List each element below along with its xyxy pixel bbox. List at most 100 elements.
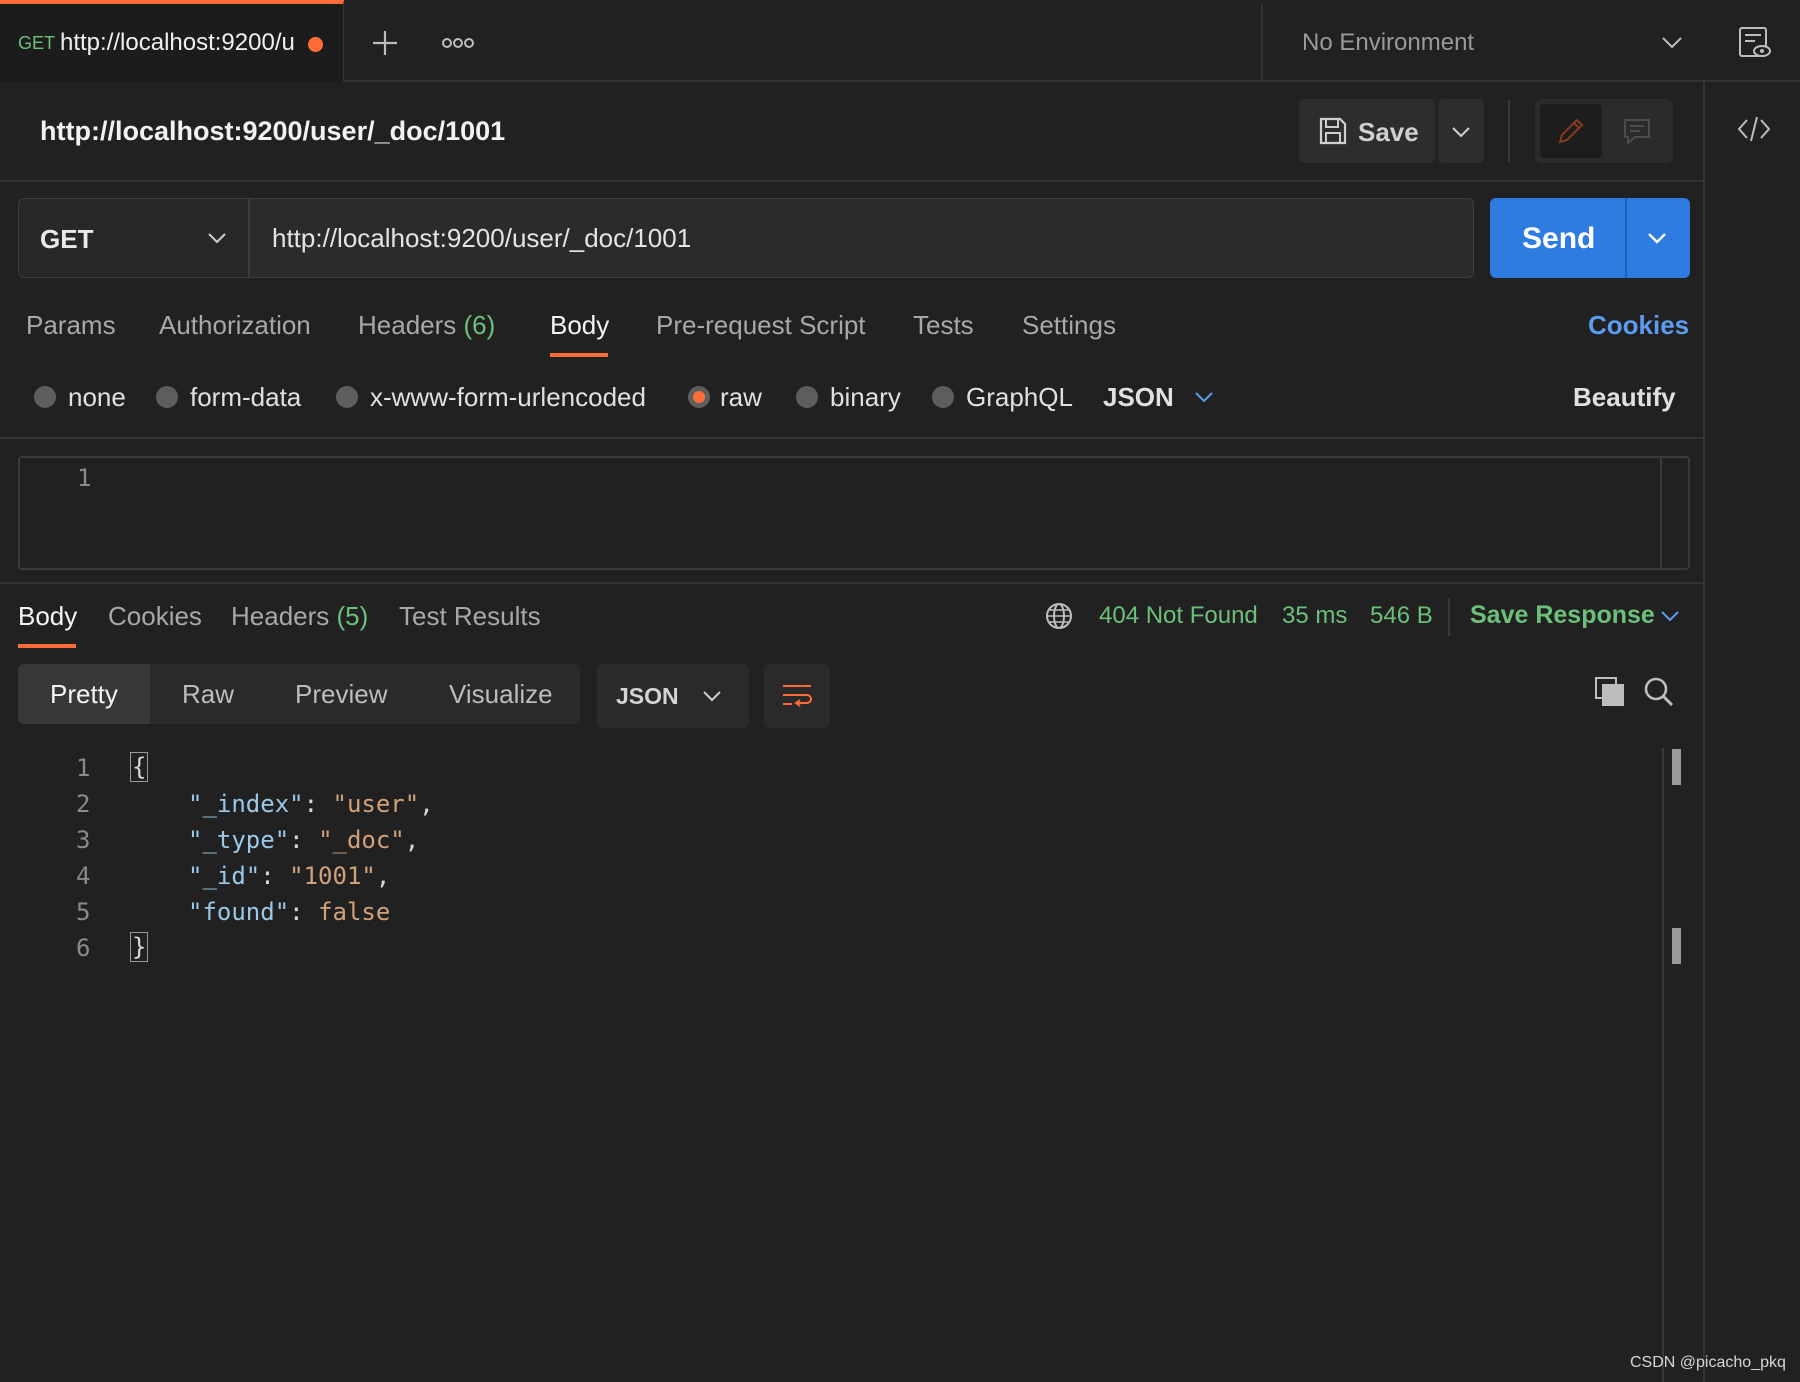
more-options-icon[interactable] <box>442 34 474 52</box>
json-key: "found" <box>188 898 290 926</box>
comment-icon[interactable] <box>1622 116 1652 146</box>
environment-chevron-down-icon[interactable] <box>1660 34 1684 50</box>
active-response-tab-indicator <box>18 644 76 648</box>
raw-format-select[interactable]: JSON <box>1103 382 1174 413</box>
radio-x-www-form-urlencoded-label[interactable]: x-www-form-urlencoded <box>370 382 646 413</box>
radio-graphql-label[interactable]: GraphQL <box>966 382 1073 413</box>
response-time[interactable]: 35 ms <box>1282 602 1347 630</box>
beautify-button[interactable]: Beautify <box>1573 382 1676 413</box>
tab-pre-request-script[interactable]: Pre-request Script <box>656 310 866 341</box>
search-icon[interactable] <box>1643 676 1675 708</box>
pencil-icon <box>1556 116 1586 146</box>
response-divider <box>1448 598 1450 636</box>
raw-format-chevron-down-icon[interactable] <box>1194 390 1214 404</box>
radio-graphql[interactable] <box>932 386 954 408</box>
save-icon <box>1318 116 1348 146</box>
divider <box>0 582 1703 584</box>
tab-headers-label: Headers <box>358 310 457 340</box>
status-code[interactable]: 404 Not Found <box>1099 602 1258 630</box>
divider <box>0 437 1703 439</box>
radio-raw-label[interactable]: raw <box>720 382 762 413</box>
response-tab-headers[interactable]: Headers (5) <box>231 601 368 632</box>
radio-raw[interactable] <box>688 386 710 408</box>
tab-method: GET <box>18 33 56 53</box>
editor-scroll-track <box>1660 458 1662 568</box>
response-tab-cookies[interactable]: Cookies <box>108 601 202 632</box>
response-scroll-track[interactable] <box>1662 748 1664 1382</box>
radio-binary[interactable] <box>796 386 818 408</box>
response-tab-body[interactable]: Body <box>18 601 77 632</box>
send-divider <box>1625 198 1627 278</box>
tab-headers-count: (6) <box>463 310 496 340</box>
json-value: false <box>318 898 391 926</box>
send-options-chevron-down-icon[interactable] <box>1646 230 1668 246</box>
request-title[interactable]: http://localhost:9200/user/_doc/1001 <box>40 116 505 147</box>
tab-params[interactable]: Params <box>26 310 116 341</box>
line-number: 2 <box>76 790 91 818</box>
json-value: "1001" <box>289 862 376 890</box>
scroll-marker[interactable] <box>1672 928 1681 964</box>
copy-icon[interactable] <box>1594 676 1626 708</box>
line-number: 1 <box>77 464 92 492</box>
json-trail: , <box>375 862 391 890</box>
url-input-value[interactable]: http://localhost:9200/user/_doc/1001 <box>272 223 691 254</box>
radio-none[interactable] <box>34 386 56 408</box>
tab-authorization[interactable]: Authorization <box>159 310 311 341</box>
radio-none-label[interactable]: none <box>68 382 126 413</box>
globe-icon[interactable] <box>1044 601 1074 631</box>
view-visualize[interactable]: Visualize <box>449 679 553 710</box>
json-key: "_index" <box>188 790 304 818</box>
view-preview[interactable]: Preview <box>295 679 387 710</box>
code-line: "_type": "_doc", <box>188 826 420 854</box>
method-chevron-down-icon <box>206 230 228 246</box>
request-body-editor[interactable] <box>18 456 1690 570</box>
side-panel-divider <box>1703 82 1705 1382</box>
save-label: Save <box>1358 117 1419 147</box>
code-line: "found": false <box>188 898 391 926</box>
radio-binary-label[interactable]: binary <box>830 382 901 413</box>
code-snippet-icon[interactable] <box>1737 114 1771 144</box>
line-number: 3 <box>76 826 91 854</box>
tab-settings[interactable]: Settings <box>1022 310 1116 341</box>
tab-headers[interactable]: Headers (6) <box>358 310 495 341</box>
tab-tests[interactable]: Tests <box>913 310 974 341</box>
active-tab-indicator <box>550 353 608 357</box>
line-number: 4 <box>76 862 91 890</box>
line-number: 1 <box>76 754 91 782</box>
view-pretty[interactable]: Pretty <box>50 679 118 710</box>
scroll-marker[interactable] <box>1672 749 1681 785</box>
send-label: Send <box>1522 222 1596 255</box>
json-key: "_type" <box>188 826 290 854</box>
cookies-link[interactable]: Cookies <box>1588 310 1689 341</box>
response-tab-test-results[interactable]: Test Results <box>399 601 541 632</box>
tab-title[interactable]: http://localhost:9200/u <box>60 29 296 57</box>
json-trail: , <box>404 826 420 854</box>
environment-quick-look-icon[interactable] <box>1738 26 1772 60</box>
tab-body[interactable]: Body <box>550 310 609 341</box>
unsaved-dot-icon <box>308 37 323 52</box>
save-chevron-down-icon <box>1450 124 1472 140</box>
wrap-lines-icon <box>781 681 813 711</box>
response-tab-headers-label: Headers <box>231 601 330 631</box>
code-open-brace: { <box>130 752 149 782</box>
line-number: 6 <box>76 934 91 962</box>
json-trail: , <box>419 790 434 818</box>
watermark: CSDN @picacho_pkq <box>1630 1354 1786 1371</box>
environment-selector[interactable]: No Environment <box>1302 29 1474 57</box>
json-value: "_doc" <box>318 826 405 854</box>
radio-x-www-form-urlencoded[interactable] <box>336 386 358 408</box>
radio-form-data[interactable] <box>156 386 178 408</box>
radio-form-data-label[interactable]: form-data <box>190 382 301 413</box>
code-line: "_id": "1001", <box>188 862 391 890</box>
new-tab-icon[interactable] <box>370 28 400 58</box>
method-label: GET <box>40 224 94 254</box>
response-format-chevron-down-icon <box>702 689 722 703</box>
save-response-button[interactable]: Save Response <box>1470 601 1655 630</box>
response-tab-headers-count: (5) <box>336 601 369 631</box>
view-raw[interactable]: Raw <box>182 679 234 710</box>
environment-divider <box>1261 4 1263 82</box>
save-response-chevron-down-icon[interactable] <box>1660 609 1680 623</box>
response-size[interactable]: 546 B <box>1370 602 1433 630</box>
response-format-label: JSON <box>616 683 679 709</box>
code-line: "_index": "user", <box>188 790 434 818</box>
